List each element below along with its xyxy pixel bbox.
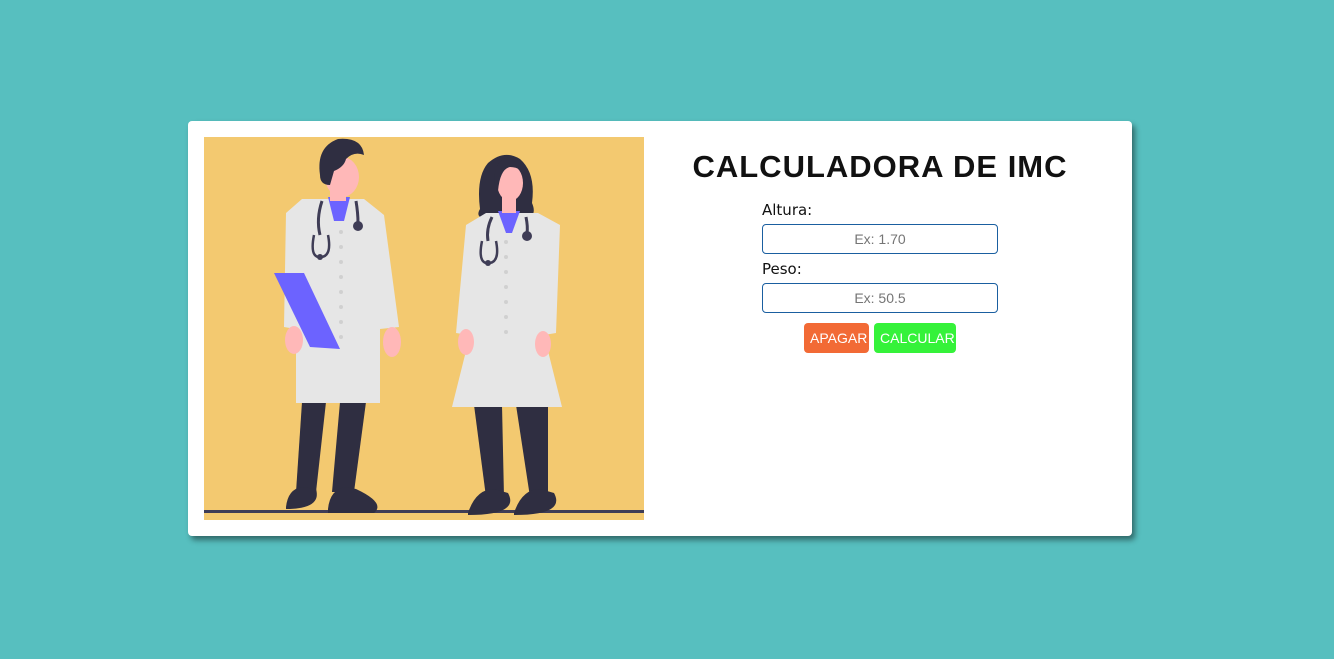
calculator-card: CALCULADORA DE IMC Altura: Peso: APAGAR …	[188, 121, 1132, 536]
doctors-illustration	[204, 137, 644, 520]
page-title: CALCULADORA DE IMC	[692, 149, 1068, 184]
weight-input[interactable]	[762, 283, 998, 313]
height-label: Altura:	[762, 201, 813, 219]
height-input[interactable]	[762, 224, 998, 254]
clear-button[interactable]: APAGAR	[804, 323, 869, 353]
weight-label: Peso:	[762, 260, 802, 278]
imc-form-panel: CALCULADORA DE IMC Altura: Peso: APAGAR …	[644, 121, 1132, 536]
calculate-button[interactable]: CALCULAR	[874, 323, 956, 353]
